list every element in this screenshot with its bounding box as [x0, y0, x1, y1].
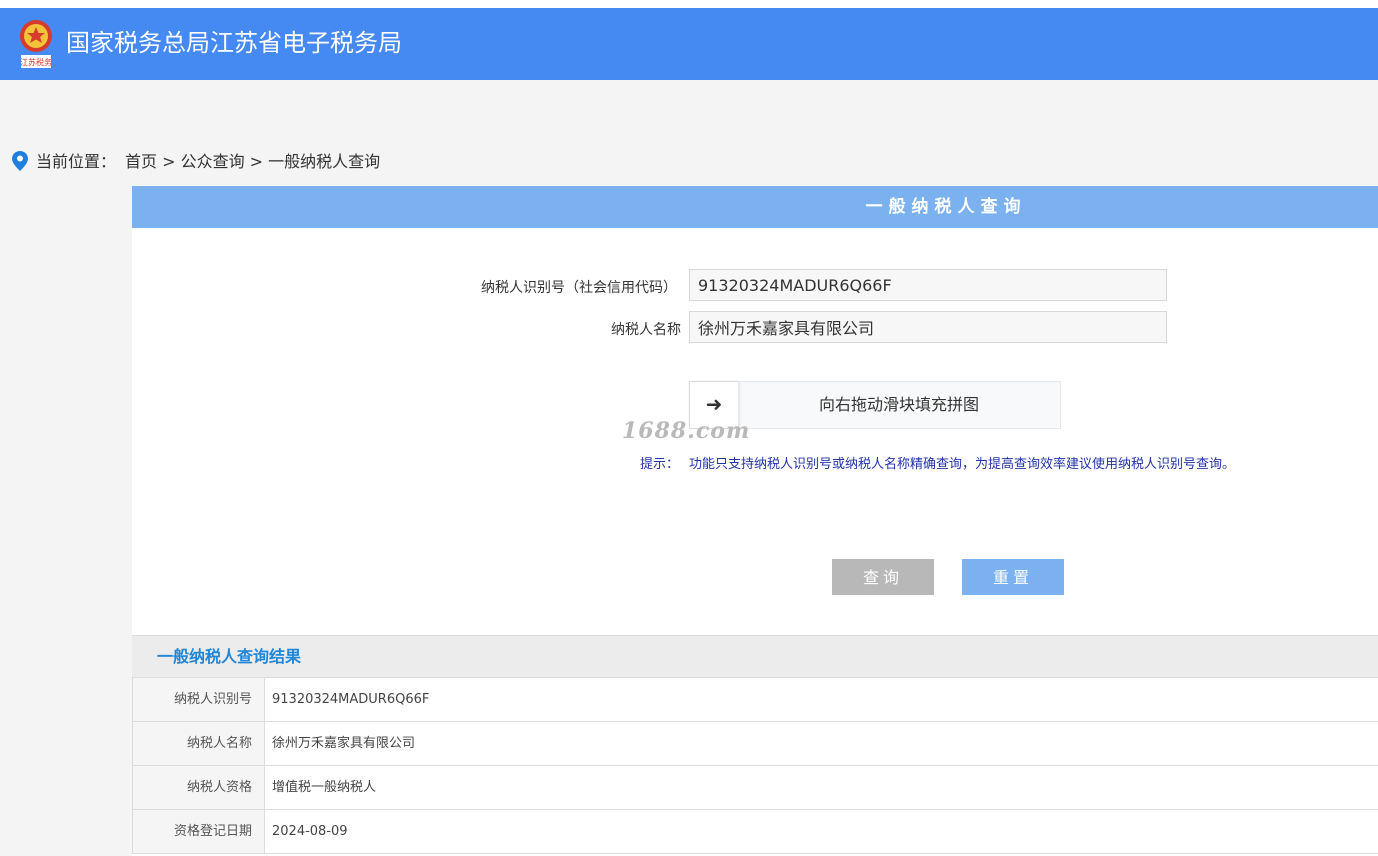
- result-value: 91320324MADUR6Q66F: [272, 692, 430, 707]
- result-key: 资格登记日期: [133, 810, 265, 853]
- breadcrumb-path[interactable]: 首页 > 公众查询 > 一般纳税人查询: [125, 150, 380, 174]
- tax-emblem-icon: 江苏税务: [16, 18, 56, 70]
- result-key: 纳税人识别号: [133, 678, 265, 721]
- breadcrumb-label: 当前位置：: [36, 152, 117, 171]
- panel-header: 一般纳税人查询: [132, 186, 1378, 228]
- panel-title: 一般纳税人查询: [865, 197, 1027, 217]
- result-row-taxpayer-id: 纳税人识别号 91320324MADUR6Q66F: [132, 678, 1378, 722]
- emblem-caption: 江苏税务: [20, 57, 52, 67]
- hint-text: 功能只支持纳税人识别号或纳税人名称精确查询，为提高查询效率建议使用纳税人识别号查…: [689, 457, 1236, 472]
- hint-label: 提示：: [640, 457, 680, 472]
- result-row-taxpayer-name: 纳税人名称 徐州万禾嘉家具有限公司: [132, 722, 1378, 766]
- reset-button[interactable]: 重置: [962, 559, 1064, 595]
- watermark-text: 1688.com: [622, 418, 751, 444]
- taxpayer-id-input[interactable]: [689, 269, 1167, 301]
- result-key: 纳税人资格: [133, 766, 265, 809]
- result-header: 一般纳税人查询结果: [132, 635, 1378, 678]
- query-button[interactable]: 查询: [832, 559, 934, 595]
- taxpayer-name-label: 纳税人名称: [611, 322, 681, 338]
- result-row-registration-date: 资格登记日期 2024-08-09: [132, 810, 1378, 854]
- result-key: 纳税人名称: [133, 722, 265, 765]
- result-value: 增值税一般纳税人: [272, 780, 377, 795]
- result-row-qualification: 纳税人资格 增值税一般纳税人: [132, 766, 1378, 810]
- top-strip: [0, 0, 1378, 8]
- query-panel: 一般纳税人查询 纳税人识别号（社会信用代码） 纳税人名称 ➜ 向右拖动滑块填充拼…: [132, 186, 1378, 856]
- slider-instruction: 向右拖动滑块填充拼图: [818, 395, 979, 414]
- taxpayer-name-input[interactable]: [689, 311, 1167, 343]
- location-pin-icon: [12, 151, 28, 171]
- site-header: 江苏税务 国家税务总局江苏省电子税务局: [0, 8, 1378, 80]
- site-title: 国家税务总局江苏省电子税务局: [66, 29, 402, 57]
- result-value: 2024-08-09: [272, 824, 348, 839]
- result-value: 徐州万禾嘉家具有限公司: [272, 736, 416, 751]
- result-title: 一般纳税人查询结果: [157, 647, 302, 666]
- taxpayer-id-label: 纳税人识别号（社会信用代码）: [481, 280, 677, 296]
